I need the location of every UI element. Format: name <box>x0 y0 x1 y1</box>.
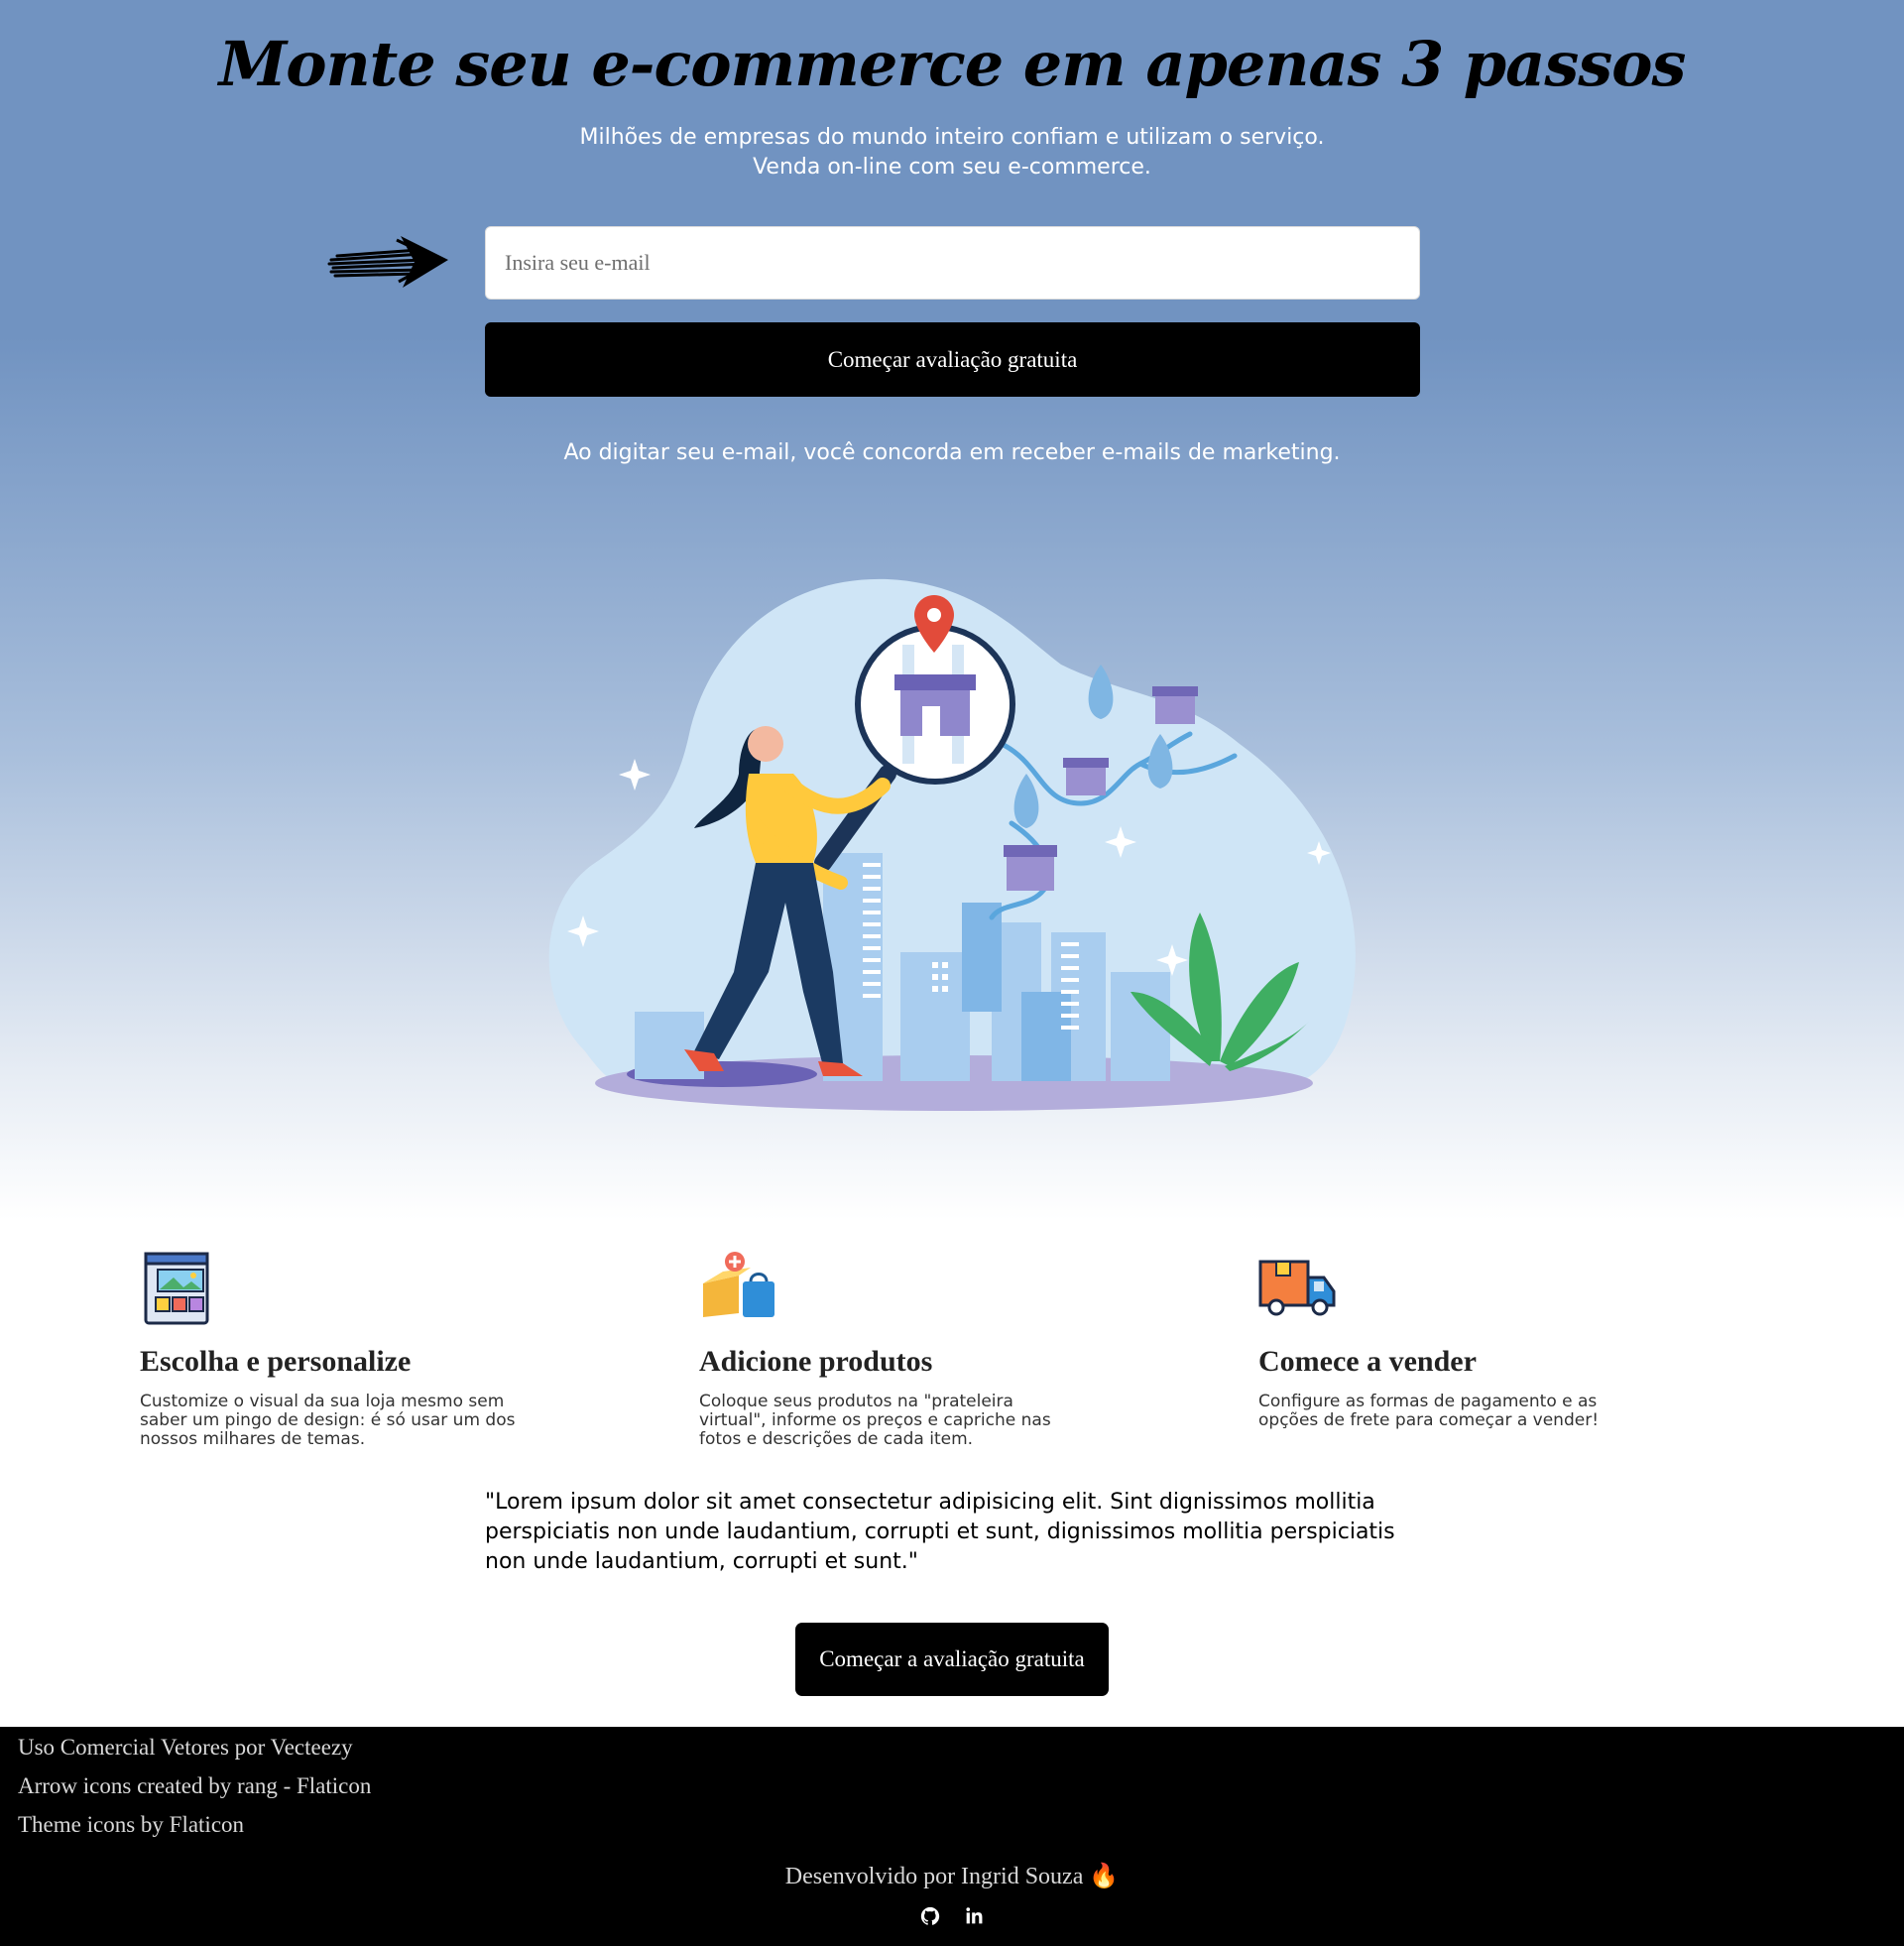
start-trial-button[interactable]: Começar avaliação gratuita <box>485 322 1420 397</box>
developer-credit: Desenvolvido por Ingrid Souza 🔥 <box>784 1864 1120 1889</box>
credit-link-theme-icons[interactable]: Theme icons by Flaticon <box>18 1812 244 1838</box>
feature-title: Adicione produtos <box>699 1345 933 1378</box>
hero-subtitle: Milhões de empresas do mundo inteiro con… <box>0 123 1904 182</box>
ecommerce-map-illustration <box>548 578 1356 1111</box>
feature-title: Comece a vender <box>1258 1345 1477 1378</box>
page-title: Monte seu e-commerce em apenas 3 passos <box>218 28 1687 100</box>
social-links <box>0 1905 1904 1931</box>
feature-description: Customize o visual da sua loja mesmo sem… <box>140 1392 516 1449</box>
delivery-truck-icon <box>1258 1260 1336 1316</box>
website-theme-icon <box>144 1252 209 1325</box>
credit-link-vecteezy[interactable]: Uso Comercial Vetores por Vecteezy <box>18 1735 353 1761</box>
hero-subtitle-line: Milhões de empresas do mundo inteiro con… <box>579 125 1325 150</box>
feature-description: Coloque seus produtos na "prateleira vir… <box>699 1392 1051 1449</box>
feature-start-selling: Comece a vender Configure as formas de p… <box>1258 1248 1675 1430</box>
feature-description: Configure as formas de pagamento e as op… <box>1258 1392 1600 1430</box>
linkedin-icon[interactable] <box>963 1905 985 1931</box>
footer: Uso Comercial Vetores por Vecteezy Arrow… <box>0 1727 1904 1946</box>
marketing-consent-text: Ao digitar seu e-mail, você concorda em … <box>563 440 1341 465</box>
hero-section: Monte seu e-commerce em apenas 3 passos … <box>0 0 1904 1220</box>
feature-customize: Escolha e personalize Customize o visual… <box>140 1248 556 1449</box>
feature-title: Escolha e personalize <box>140 1345 412 1378</box>
credit-link-arrow-icons[interactable]: Arrow icons created by rang - Flaticon <box>18 1773 371 1799</box>
github-icon[interactable] <box>919 1905 941 1931</box>
testimonial-quote: "Lorem ipsum dolor sit amet consectetur … <box>485 1490 1395 1574</box>
add-product-box-icon <box>703 1252 774 1317</box>
feature-add-products: Adicione produtos Coloque seus produtos … <box>699 1248 1116 1449</box>
start-trial-button-secondary[interactable]: Começar a avaliação gratuita <box>795 1623 1109 1696</box>
hero-subtitle-line: Venda on-line com seu e-commerce. <box>753 155 1151 180</box>
arrow-right-icon <box>327 236 448 288</box>
email-input[interactable] <box>485 226 1420 300</box>
